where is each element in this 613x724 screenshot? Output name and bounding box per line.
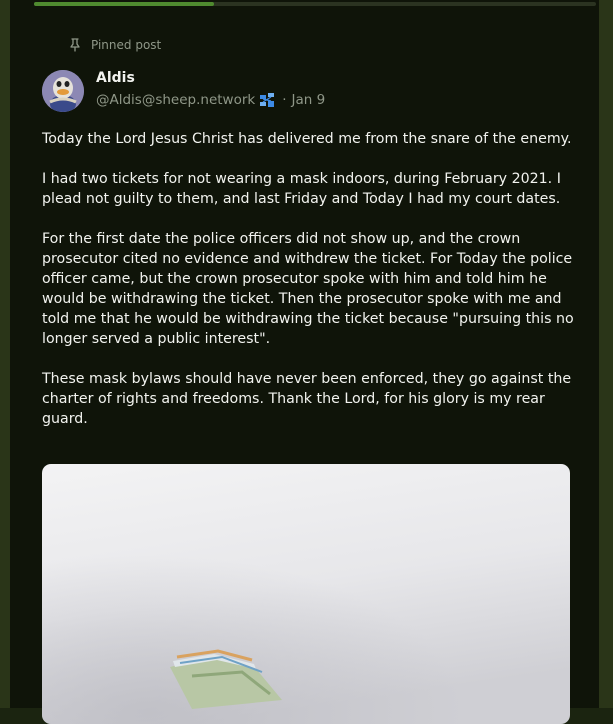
post-meta: @Aldis@sheep.network · Jan 9 <box>96 92 325 108</box>
post-image-attachment[interactable] <box>42 464 570 724</box>
post-paragraph: These mask bylaws should have never been… <box>42 371 572 427</box>
federation-icon <box>260 93 275 107</box>
post-content: Today the Lord Jesus Christ has delivere… <box>42 129 577 449</box>
pinned-indicator: Pinned post <box>70 38 161 52</box>
author-handle[interactable]: @Aldis@sheep.network <box>96 92 255 108</box>
attachment-photo <box>42 464 570 724</box>
pinned-label: Pinned post <box>91 38 162 52</box>
post-paragraph: Today the Lord Jesus Christ has delivere… <box>42 131 572 147</box>
right-panel-edge <box>599 0 613 708</box>
author-avatar[interactable] <box>42 70 84 112</box>
loading-progress-fill <box>34 2 214 6</box>
pin-icon <box>70 38 80 52</box>
post-date[interactable]: Jan 9 <box>292 92 326 108</box>
avatar-image <box>42 70 84 112</box>
loading-progress-bar <box>34 2 596 6</box>
date-separator: · <box>282 92 287 108</box>
left-panel-edge <box>0 0 10 708</box>
post-paragraph: I had two tickets for not wearing a mask… <box>42 171 561 207</box>
author-name[interactable]: Aldis <box>96 70 135 86</box>
post-paragraph: For the first date the police officers d… <box>42 231 574 347</box>
